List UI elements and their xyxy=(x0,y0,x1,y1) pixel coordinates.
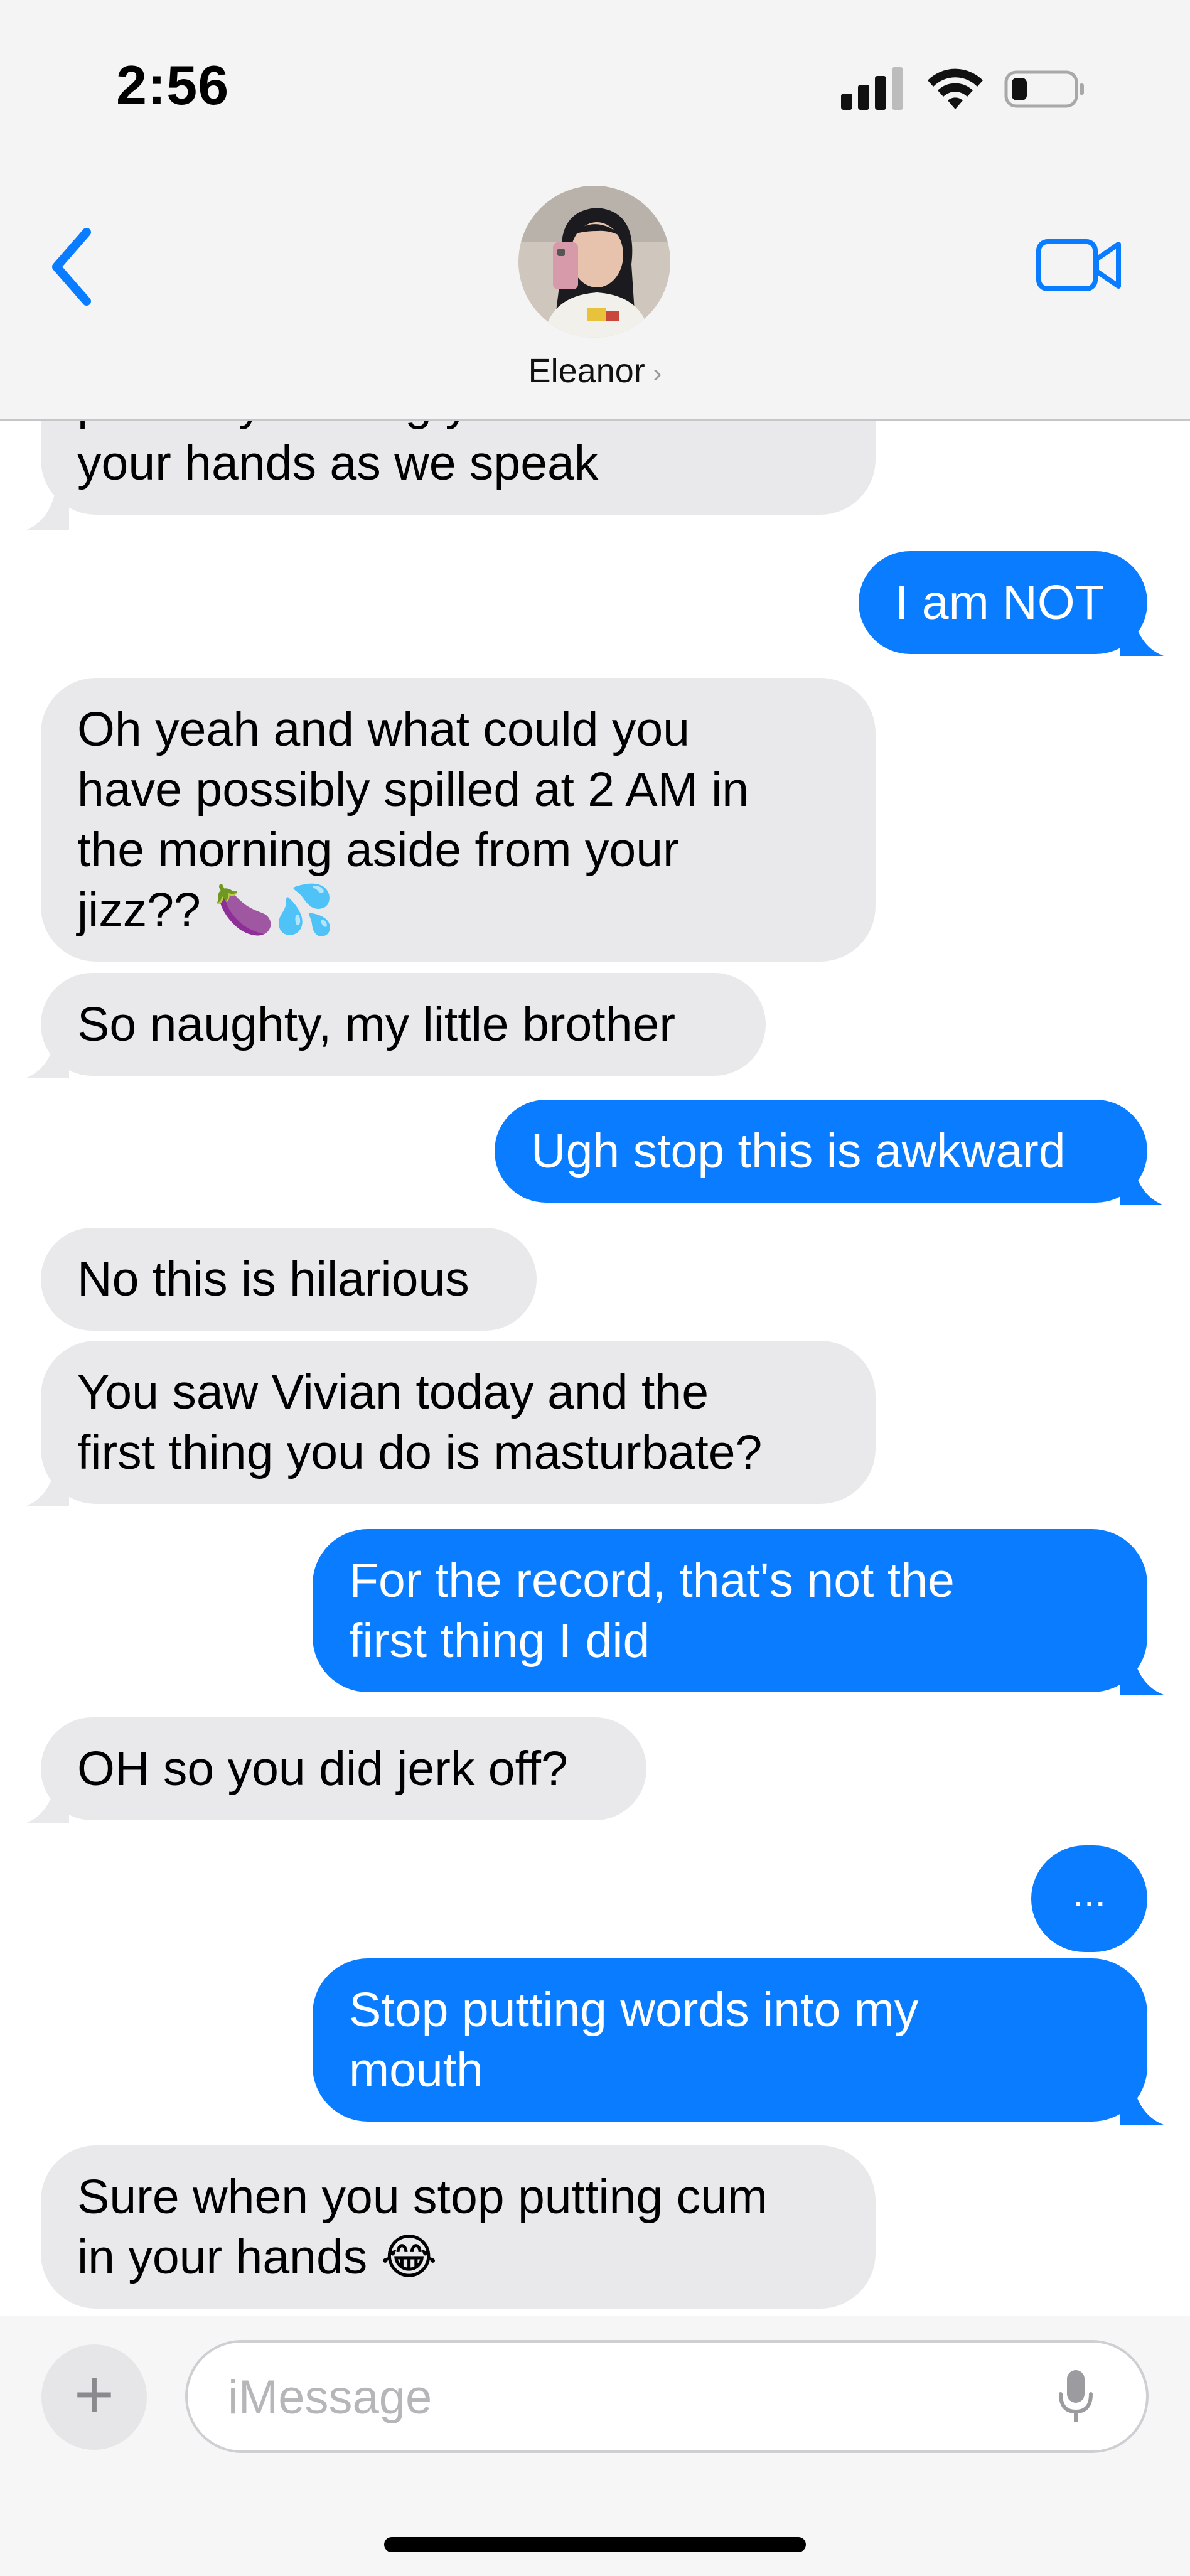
contact-name-button[interactable]: Eleanor › xyxy=(0,352,1190,390)
battery-icon xyxy=(1004,70,1084,108)
back-chevron-icon[interactable] xyxy=(48,226,98,308)
cellular-signal-icon xyxy=(841,66,903,110)
outgoing-bubble-tail xyxy=(1120,1161,1164,1205)
status-time: 2:56 xyxy=(116,54,230,116)
incoming-message[interactable]: Oh yeah and what could you have possibly… xyxy=(41,678,876,962)
outgoing-message[interactable]: Ugh stop this is awkward xyxy=(495,1100,1147,1203)
message-input[interactable] xyxy=(227,2343,1045,2452)
typing-bubble: ... xyxy=(1031,1845,1147,1952)
contact-name: Eleanor xyxy=(528,352,645,390)
wifi-icon xyxy=(928,68,983,109)
contact-photo xyxy=(518,186,670,338)
compose-bar: + xyxy=(0,2316,1190,2576)
incoming-message[interactable]: No this is hilarious xyxy=(41,1228,537,1331)
outgoing-message[interactable]: I am NOT xyxy=(859,551,1147,654)
microphone-icon[interactable] xyxy=(1057,2368,1095,2427)
outgoing-bubble-tail xyxy=(1120,612,1164,656)
incoming-message[interactable]: So naughty, my little brother xyxy=(41,973,766,1076)
outgoing-message[interactable]: Stop putting words into my mouth xyxy=(313,1958,1147,2122)
outgoing-bubble-tail xyxy=(1120,1651,1164,1695)
incoming-bubble-tail xyxy=(25,1034,69,1078)
incoming-bubble-tail xyxy=(25,1779,69,1823)
avatar[interactable] xyxy=(518,186,670,338)
incoming-message[interactable]: You saw Vivian today and the first thing… xyxy=(41,1341,876,1504)
incoming-bubble-tail xyxy=(25,486,69,530)
status-bar: 2:56 xyxy=(0,0,1190,157)
incoming-message[interactable]: Sure when you stop putting cum in your h… xyxy=(41,2145,876,2309)
outgoing-bubble-tail xyxy=(1120,2081,1164,2125)
add-attachment-button[interactable]: + xyxy=(41,2344,147,2450)
plus-icon: + xyxy=(73,2356,115,2433)
incoming-bubble-tail xyxy=(25,1462,69,1506)
message-field[interactable] xyxy=(185,2340,1149,2453)
incoming-message[interactable]: OH so you did jerk off? xyxy=(41,1717,646,1820)
home-indicator[interactable] xyxy=(384,2537,806,2552)
outgoing-message[interactable]: For the record, that's not the first thi… xyxy=(313,1529,1147,1692)
video-call-icon[interactable] xyxy=(1036,235,1123,295)
chevron-right-icon: › xyxy=(652,358,662,389)
conversation-header: Eleanor › xyxy=(0,157,1190,421)
